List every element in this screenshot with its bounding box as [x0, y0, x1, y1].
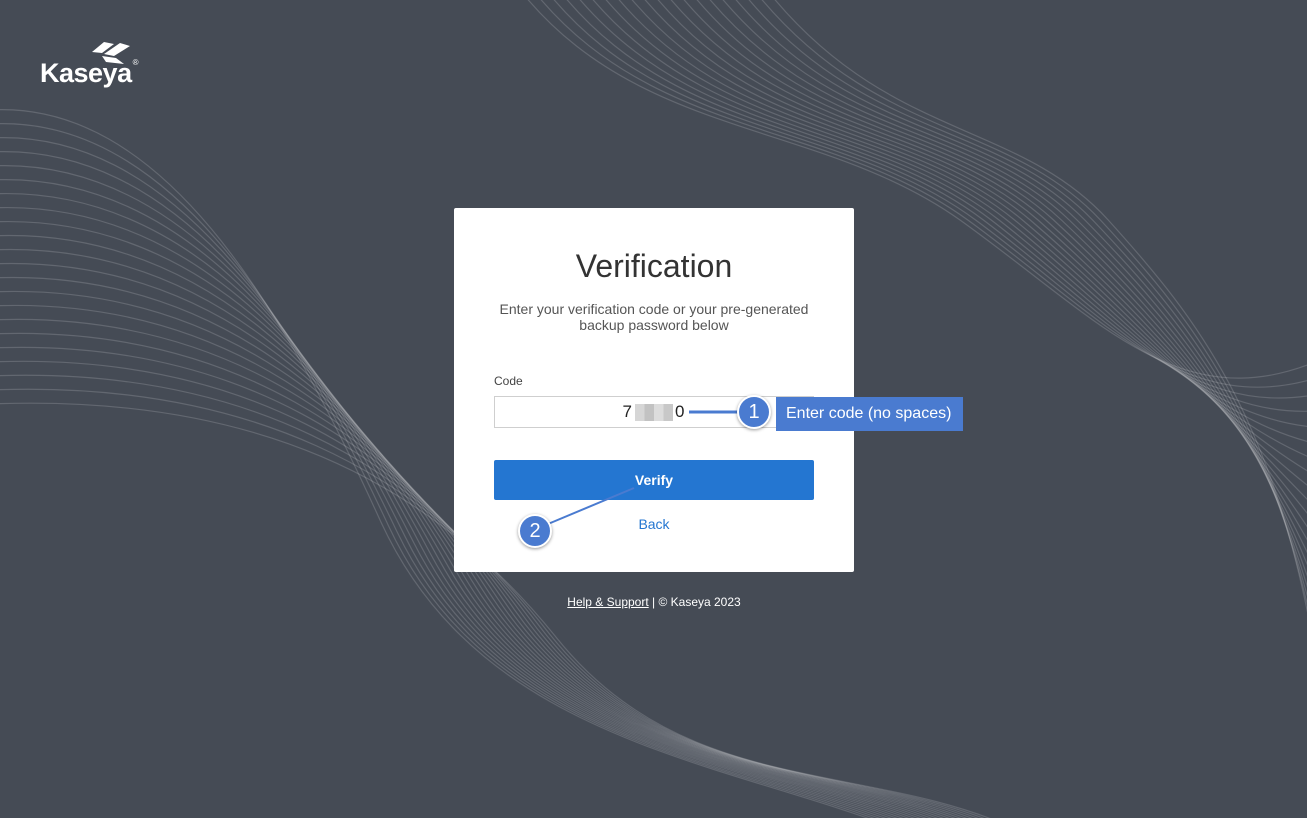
- code-value-end: 0: [675, 402, 686, 421]
- registered-mark: ®: [132, 58, 139, 67]
- code-value-start: 7: [622, 402, 633, 421]
- footer: Help & Support | © Kaseya 2023: [454, 595, 854, 609]
- kaseya-wordmark: Kaseya®: [40, 58, 139, 89]
- brand-name: Kaseya: [40, 58, 132, 88]
- code-redacted-block: [635, 404, 673, 422]
- page-title: Verification: [575, 248, 733, 284]
- verification-card: Verification Enter your verification cod…: [454, 208, 854, 572]
- copyright-text: | © Kaseya 2023: [648, 595, 741, 609]
- instruction-text: Enter your verification code or your pre…: [499, 301, 809, 333]
- help-support-link[interactable]: Help & Support: [567, 595, 648, 609]
- verify-button[interactable]: Verify: [494, 460, 814, 500]
- step-1-badge: 1: [737, 395, 771, 429]
- back-link[interactable]: Back: [454, 516, 854, 532]
- step-1-callout: Enter code (no spaces): [776, 397, 964, 431]
- code-label: Code: [494, 374, 523, 388]
- step-2-badge: 2: [518, 514, 552, 548]
- kaseya-logo: Kaseya®: [40, 40, 140, 90]
